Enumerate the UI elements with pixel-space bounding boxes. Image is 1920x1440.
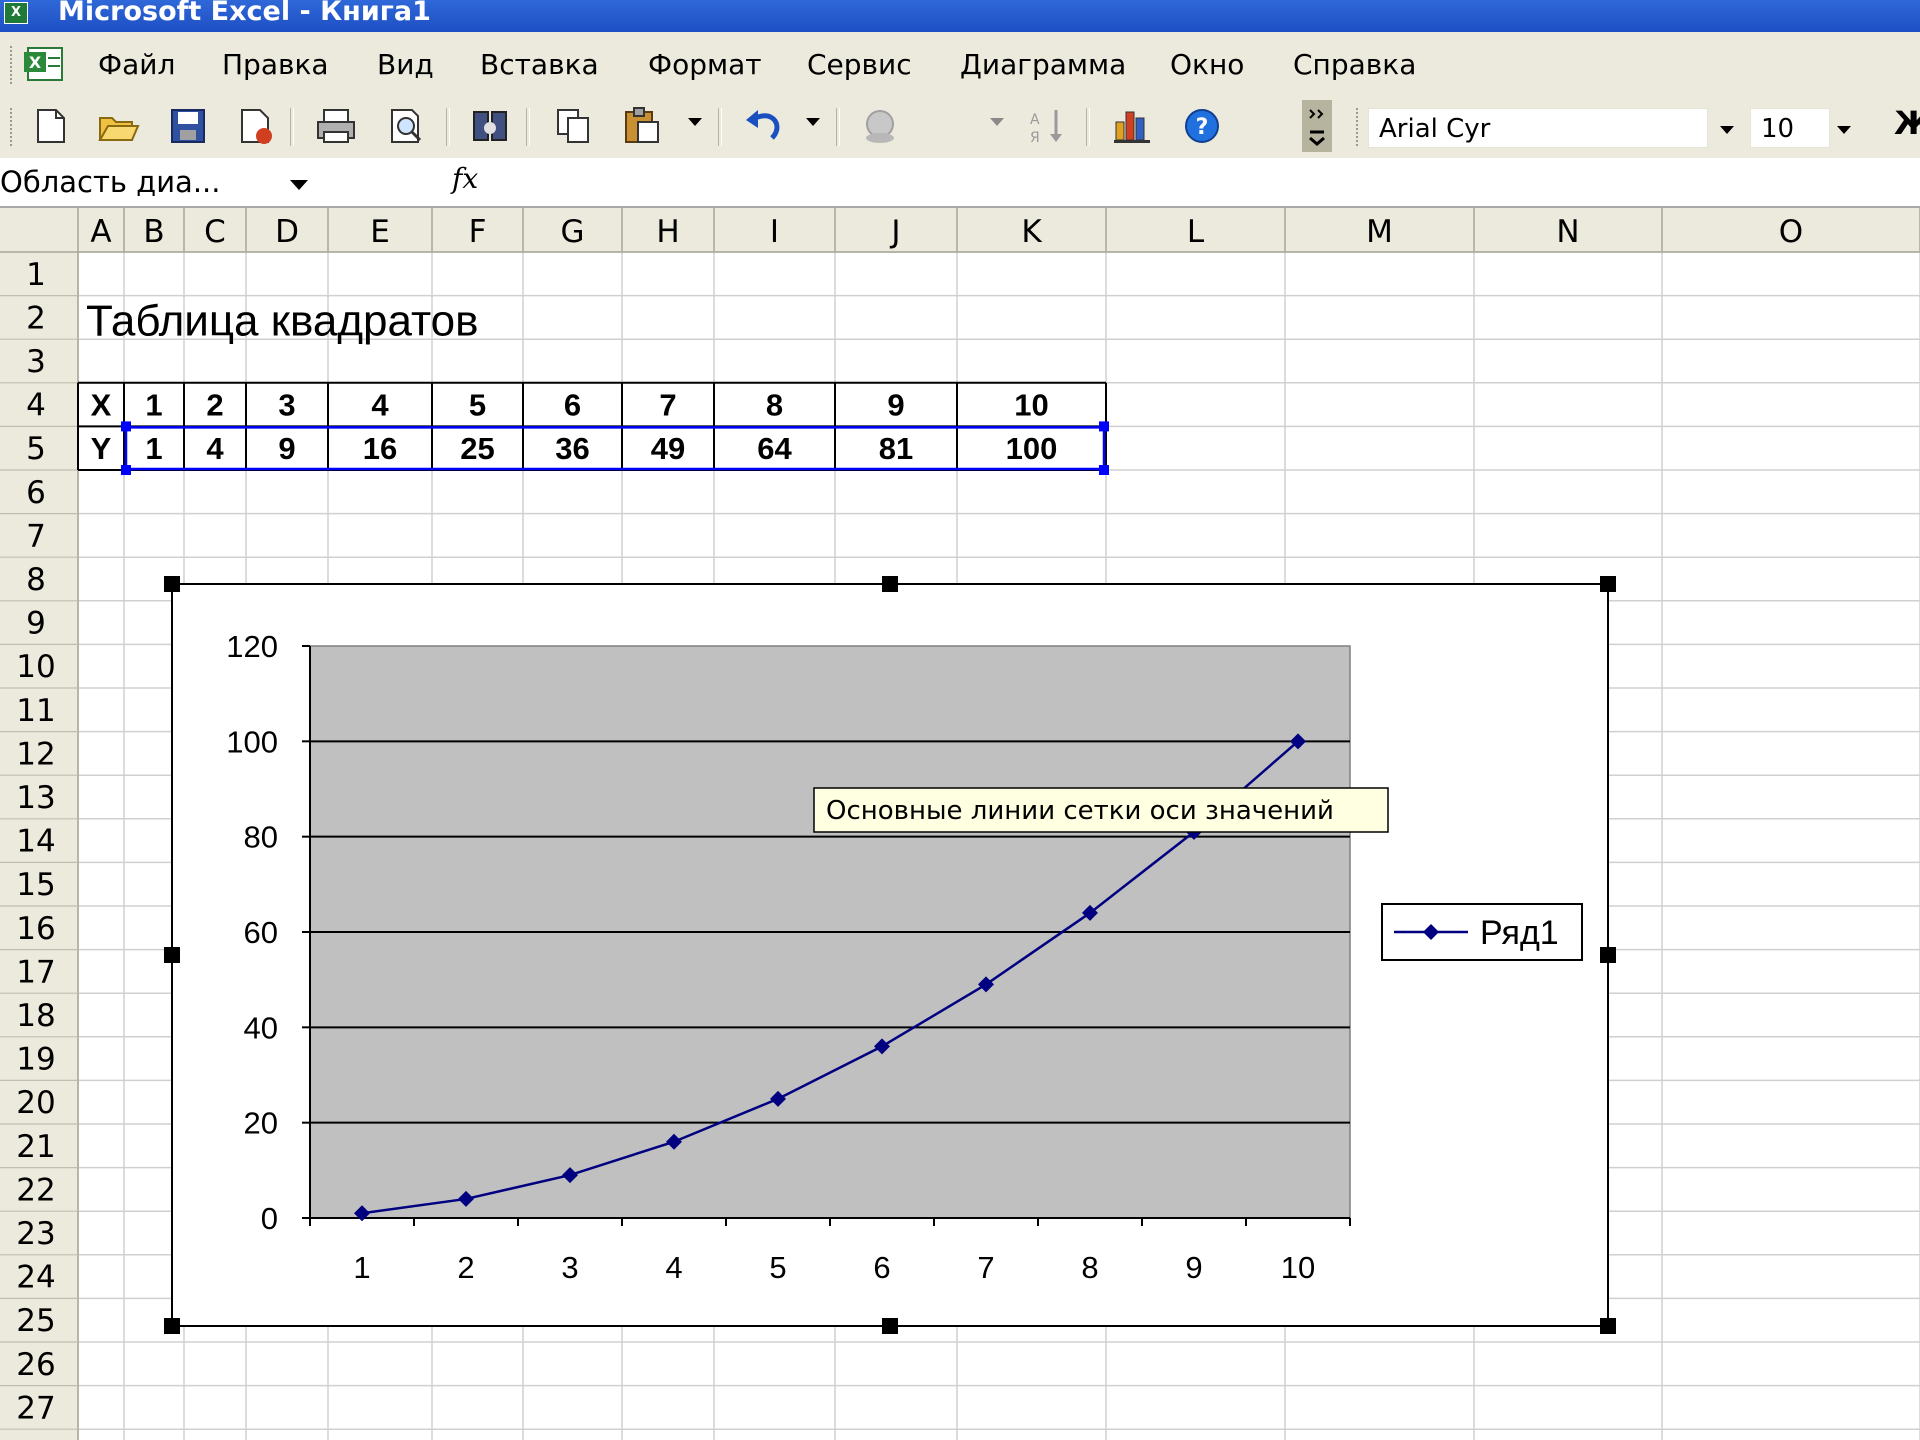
cell-y-value[interactable]: 36	[555, 431, 589, 466]
column-header-h[interactable]: H	[656, 214, 679, 250]
x-axis-tick-label[interactable]: 9	[1185, 1250, 1202, 1285]
cell-y-value[interactable]: 1	[145, 431, 162, 466]
column-header-d[interactable]: D	[275, 214, 299, 250]
column-header-m[interactable]: M	[1366, 214, 1393, 250]
column-header-a[interactable]: A	[90, 214, 111, 250]
cell-y-value[interactable]: 25	[460, 431, 494, 466]
cell-y-value[interactable]: 9	[278, 431, 295, 466]
cell-y-value[interactable]: 81	[879, 431, 913, 466]
worksheet-grid[interactable]: A B C D E F G H I J K L M N O1234567891011121314151617…	[0, 0, 1920, 1440]
column-header-o[interactable]: O	[1779, 214, 1803, 250]
y-axis-tick-label[interactable]: 120	[226, 629, 278, 664]
row-header-7[interactable]: 7	[26, 518, 46, 554]
column-header-l[interactable]: L	[1187, 214, 1205, 250]
column-header-b[interactable]: B	[143, 214, 164, 250]
row-header-15[interactable]: 15	[16, 867, 55, 903]
row-header-14[interactable]: 14	[16, 824, 55, 860]
row-header-16[interactable]: 16	[16, 911, 55, 947]
row-header-3[interactable]: 3	[26, 344, 46, 380]
row-header-1[interactable]: 1	[26, 257, 46, 293]
range-handle[interactable]	[121, 465, 131, 475]
row-header-10[interactable]: 10	[16, 649, 55, 685]
cell-x-value[interactable]: 1	[145, 388, 162, 423]
y-axis-tick-label[interactable]: 60	[244, 915, 278, 950]
y-axis-tick-label[interactable]: 20	[244, 1106, 278, 1141]
row-header-23[interactable]: 23	[16, 1216, 55, 1252]
cell-y-value[interactable]: 4	[206, 431, 224, 466]
column-header-e[interactable]: E	[370, 214, 390, 250]
x-axis-tick-label[interactable]: 7	[977, 1250, 994, 1285]
cell-x-value[interactable]: 3	[278, 388, 295, 423]
cell-x-value[interactable]: 2	[206, 388, 223, 423]
cell-x-value[interactable]: 10	[1014, 388, 1048, 423]
x-axis-tick-label[interactable]: 3	[561, 1250, 578, 1285]
cell-y-value[interactable]: 100	[1006, 431, 1058, 466]
row-header-27[interactable]: 27	[16, 1390, 55, 1426]
row-header-6[interactable]: 6	[26, 475, 46, 511]
row-header-26[interactable]: 26	[16, 1347, 55, 1383]
row-header-25[interactable]: 25	[16, 1303, 55, 1339]
chart-resize-handle[interactable]	[882, 576, 898, 592]
tooltip-text: Основные линии сетки оси значений	[826, 796, 1334, 826]
row-header-12[interactable]: 12	[16, 736, 55, 772]
sheet-title[interactable]: Таблица квадратов	[86, 297, 479, 346]
row-header-19[interactable]: 19	[16, 1042, 55, 1078]
cell-y-value[interactable]: 16	[363, 431, 397, 466]
x-axis-tick-label[interactable]: 10	[1281, 1250, 1315, 1285]
column-header-i[interactable]: I	[770, 214, 779, 250]
cell-x-value[interactable]: 4	[371, 388, 389, 423]
legend-entry-label[interactable]: Ряд1	[1480, 914, 1559, 952]
row-header-8[interactable]: 8	[26, 562, 46, 598]
column-header-j[interactable]: J	[889, 214, 900, 250]
column-header-n[interactable]: N	[1556, 214, 1579, 250]
cell-x-label[interactable]: X	[91, 388, 112, 423]
range-handle[interactable]	[121, 421, 131, 432]
row-header-17[interactable]: 17	[16, 954, 55, 990]
range-handle[interactable]	[1099, 465, 1109, 475]
y-axis-tick-label[interactable]: 80	[244, 820, 278, 855]
row-header-18[interactable]: 18	[16, 998, 55, 1034]
x-axis-tick-label[interactable]: 5	[769, 1250, 786, 1285]
row-header-9[interactable]: 9	[26, 606, 46, 642]
row-header-2[interactable]: 2	[26, 300, 46, 336]
cell-x-value[interactable]: 6	[564, 388, 581, 423]
chart-resize-handle[interactable]	[1600, 1318, 1616, 1334]
chart-resize-handle[interactable]	[882, 1318, 898, 1334]
row-header-24[interactable]: 24	[16, 1260, 55, 1296]
row-header-5[interactable]: 5	[26, 431, 46, 467]
y-axis-tick-label[interactable]: 0	[261, 1201, 278, 1236]
row-header-22[interactable]: 22	[16, 1172, 55, 1208]
y-axis-tick-label[interactable]: 100	[226, 724, 278, 759]
chart-resize-handle[interactable]	[164, 947, 180, 963]
x-axis-tick-label[interactable]: 6	[873, 1250, 890, 1285]
cell-x-value[interactable]: 5	[469, 388, 486, 423]
column-header-c[interactable]: C	[204, 214, 226, 250]
y-axis-tick-label[interactable]: 40	[244, 1010, 278, 1045]
cell-y-label[interactable]: Y	[91, 431, 112, 466]
chart-resize-handle[interactable]	[164, 576, 180, 592]
column-header-g[interactable]: G	[560, 214, 584, 250]
cell-y-value[interactable]: 49	[651, 431, 685, 466]
chart-resize-handle[interactable]	[1600, 947, 1616, 963]
row-header-4[interactable]: 4	[26, 388, 46, 424]
cell-x-value[interactable]: 8	[766, 388, 783, 423]
row-header-20[interactable]: 20	[16, 1085, 55, 1121]
row-header-21[interactable]: 21	[16, 1129, 55, 1165]
x-axis-tick-label[interactable]: 2	[457, 1250, 474, 1285]
row-header-13[interactable]: 13	[16, 780, 55, 816]
row-header-11[interactable]: 11	[16, 693, 55, 729]
x-axis-tick-label[interactable]: 8	[1081, 1250, 1098, 1285]
column-header-f[interactable]: F	[469, 214, 487, 250]
column-header-k[interactable]: K	[1021, 214, 1042, 250]
range-handle[interactable]	[1099, 421, 1109, 432]
chart-resize-handle[interactable]	[164, 1318, 180, 1334]
x-axis-tick-label[interactable]: 4	[665, 1250, 682, 1285]
cell-y-value[interactable]: 64	[757, 431, 792, 466]
x-axis-tick-label[interactable]: 1	[353, 1250, 370, 1285]
cell-x-value[interactable]: 9	[887, 388, 904, 423]
chart-resize-handle[interactable]	[1600, 576, 1616, 592]
cell-x-value[interactable]: 7	[659, 388, 676, 423]
